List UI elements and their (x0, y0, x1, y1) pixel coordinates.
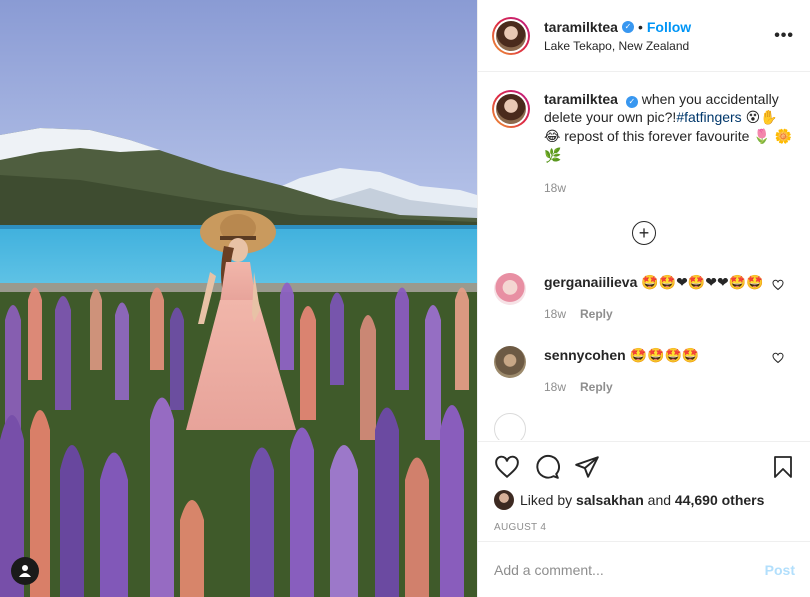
comments-section: taramilktea ✓ when you accidentally dele… (478, 72, 810, 440)
caption-hashtag[interactable]: #fatfingers (676, 109, 741, 125)
commenter-avatar[interactable] (494, 273, 526, 305)
comment-meta: 18w Reply (544, 305, 794, 324)
add-comment-bar: Post (478, 541, 810, 597)
comment-username[interactable]: gerganaiilieva (544, 274, 637, 290)
comment-item: gerganaiilieva 🤩🤩❤🤩❤❤🤩🤩 18w Reply (478, 273, 810, 324)
post-actions: Liked by salsakhan and 44,690 others AUG… (478, 441, 810, 533)
post-location[interactable]: Lake Tekapo, New Zealand (544, 38, 774, 54)
likes-count[interactable]: 44,690 others (675, 492, 765, 508)
load-more-comments[interactable]: + (478, 221, 810, 245)
post-sidebar: taramilktea ✓ • Follow Lake Tekapo, New … (477, 0, 810, 597)
post-comment-button[interactable]: Post (765, 562, 795, 578)
save-bookmark-icon[interactable] (771, 454, 795, 480)
likes-prefix: Liked by (520, 492, 573, 508)
comment-item (478, 413, 810, 440)
share-paper-plane-icon[interactable] (574, 454, 600, 480)
likes-and: and (647, 492, 672, 508)
caption-emoji: 🌷 (753, 129, 771, 145)
comment-body: gerganaiilieva 🤩🤩❤🤩❤❤🤩🤩 18w Reply (544, 273, 794, 324)
caption-text: repost of this forever favourite (564, 128, 750, 144)
follow-button[interactable]: Follow (647, 18, 691, 36)
comment-bubble-icon[interactable] (534, 454, 560, 480)
separator-dot: • (637, 18, 643, 35)
likes-summary: Liked by salsakhan and 44,690 others (494, 490, 795, 510)
caption-avatar[interactable] (492, 90, 530, 128)
comment-timestamp[interactable]: 18w (544, 380, 566, 394)
caption-emoji: 😵✋ (745, 110, 778, 126)
action-icons (494, 452, 795, 482)
commenter-avatar[interactable] (494, 346, 526, 378)
author-avatar[interactable] (492, 16, 530, 55)
caption-emoji: 😂 (544, 129, 561, 145)
instagram-post: taramilktea ✓ • Follow Lake Tekapo, New … (0, 0, 810, 597)
person-icon (19, 565, 31, 577)
liker-avatar[interactable] (494, 490, 514, 510)
caption-username[interactable]: taramilktea (544, 91, 618, 107)
verified-badge-icon: ✓ (625, 96, 638, 108)
more-options-icon[interactable]: ••• (774, 27, 794, 45)
comment-text: 🤩🤩❤🤩❤❤🤩🤩 (641, 275, 764, 291)
verified-badge-icon: ✓ (621, 20, 634, 33)
plus-circle-icon[interactable]: + (632, 221, 656, 245)
post-header: taramilktea ✓ • Follow Lake Tekapo, New … (478, 0, 810, 72)
comment-text: 🤩🤩🤩🤩 (629, 348, 700, 364)
reply-button[interactable]: Reply (580, 380, 613, 394)
caption-body: taramilktea ✓ when you accidentally dele… (544, 90, 794, 197)
comment-body: sennycohen 🤩🤩🤩🤩 18w Reply (544, 346, 794, 397)
comment-meta: 18w Reply (544, 378, 794, 397)
comment-username[interactable]: sennycohen (544, 347, 626, 363)
author-username[interactable]: taramilktea (544, 18, 618, 36)
liker-username[interactable]: salsakhan (576, 492, 644, 508)
commenter-avatar[interactable] (494, 413, 526, 440)
post-photo[interactable] (0, 0, 477, 597)
caption-timestamp[interactable]: 18w (544, 179, 794, 197)
comment-input[interactable] (494, 561, 765, 578)
comment-item: sennycohen 🤩🤩🤩🤩 18w Reply (478, 346, 810, 397)
like-comment-heart-icon[interactable] (772, 352, 784, 364)
user-tag-button[interactable] (11, 557, 39, 585)
reply-button[interactable]: Reply (580, 307, 613, 321)
caption: taramilktea ✓ when you accidentally dele… (478, 72, 810, 197)
comment-timestamp[interactable]: 18w (544, 307, 566, 321)
post-image (0, 0, 477, 597)
like-heart-icon[interactable] (494, 454, 520, 480)
post-date[interactable]: AUGUST 4 (494, 522, 795, 533)
author-info: taramilktea ✓ • Follow Lake Tekapo, New … (544, 18, 774, 54)
like-comment-heart-icon[interactable] (772, 279, 784, 291)
